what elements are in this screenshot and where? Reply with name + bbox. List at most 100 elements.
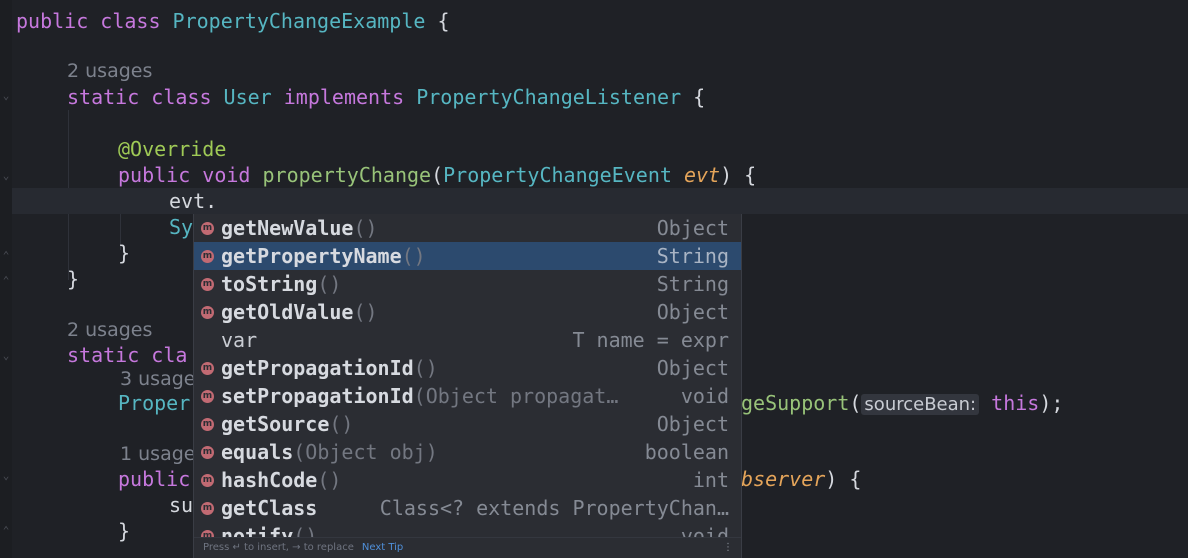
completion-item-type: String [656, 244, 729, 268]
completion-item-name: setPropagationId(Object propagat… [221, 384, 619, 408]
completion-item-name: getPropagationId() [221, 356, 438, 380]
code-line[interactable]: public void propertyChange(PropertyChang… [118, 162, 1188, 188]
code-text: } [118, 241, 131, 265]
fold-marker-icon[interactable]: ⌃ [0, 525, 12, 537]
current-line[interactable]: evt. [12, 188, 1188, 214]
completion-footer: Press ↵ to insert, → to replace Next Tip … [194, 537, 741, 558]
completion-item-type: Class<? extends PropertyChan… [379, 496, 729, 520]
completion-item[interactable]: m getOldValue() Object [194, 298, 741, 326]
usages-hint[interactable]: 1 usage [120, 441, 195, 467]
method-name: geSupport [741, 391, 850, 415]
parameter-hint: sourceBean: [861, 394, 980, 415]
completion-item[interactable]: m setPropagationId(Object propagat… void [194, 382, 741, 410]
completion-item[interactable]: m getSource() Object [194, 410, 741, 438]
punct: ( [431, 163, 444, 187]
code-text: Sy [169, 215, 194, 239]
method-icon: m [201, 222, 214, 235]
footer-hint: Press ↵ to insert, → to replace [203, 542, 354, 553]
more-options-icon[interactable]: ⋮ [723, 538, 733, 558]
method-icon: m [201, 250, 214, 263]
completion-item-args: () [413, 356, 438, 380]
method-icon: m [201, 390, 214, 403]
usages-hint[interactable]: 2 usages [67, 58, 152, 84]
editor-gutter: ⌄ ⌄ ⌃ ⌃ ⌄ ⌄ ⌃ [0, 0, 12, 558]
completion-item-name: getClass [221, 496, 318, 520]
keyword: public [118, 467, 191, 491]
next-tip-link[interactable]: Next Tip [362, 542, 403, 553]
code-line[interactable]: geSupport(sourceBean: this); [741, 390, 1188, 416]
completion-item[interactable]: m getNewValue() Object [194, 214, 741, 242]
completion-item-args: () [353, 300, 378, 324]
keyword: public class [16, 9, 173, 33]
completion-item-name: getPropertyName() [221, 244, 426, 268]
parameter: bserver [741, 467, 826, 491]
punct: ( [849, 391, 862, 415]
method-icon: m [201, 446, 214, 459]
method-icon: m [201, 474, 214, 487]
completion-item-name: equals(Object obj) [221, 440, 438, 464]
completion-item-name: var [221, 328, 258, 352]
completion-item-args: () [329, 412, 354, 436]
completion-item[interactable]: m equals(Object obj) boolean [194, 438, 741, 466]
fold-marker-icon[interactable]: ⌄ [0, 170, 12, 182]
completion-item[interactable]: m toString() String [194, 270, 741, 298]
keyword: implements [271, 85, 417, 109]
class-name: PropertyChangeExample [172, 9, 426, 33]
completion-item[interactable]: m getPropertyName() String [194, 242, 741, 270]
keyword: this [979, 391, 1040, 415]
completion-item-type: Object [656, 356, 729, 380]
method-icon: m [201, 306, 214, 319]
completion-item-type: Object [656, 300, 729, 324]
fold-marker-icon[interactable]: ⌄ [0, 470, 12, 482]
completion-item-type: T name = expr [572, 328, 729, 352]
completion-item-type: Object [656, 216, 729, 240]
code-line[interactable]: bserver) { [741, 466, 1188, 492]
usages-hint[interactable]: 3 usage [120, 366, 195, 392]
method-name: propertyChange [262, 163, 432, 187]
completion-item-name: hashCode() [221, 468, 342, 492]
method-icon: m [201, 362, 214, 375]
completion-item[interactable]: m getPropagationId() Object [194, 354, 741, 382]
interface-name: PropertyChangeListener [416, 85, 682, 109]
completion-item-args: () [317, 468, 342, 492]
punct: { [681, 85, 706, 109]
completion-item[interactable]: m getClass Class<? extends PropertyChan… [194, 494, 741, 522]
completion-item[interactable]: m hashCode() int [194, 466, 741, 494]
completion-item-name: getSource() [221, 412, 354, 436]
keyword: static cla [67, 343, 188, 367]
code-line[interactable]: static class User implements PropertyCha… [67, 84, 1188, 110]
type-name: PropertyChangeEvent [443, 163, 672, 187]
code-line[interactable]: @Override [118, 136, 1188, 162]
keyword: public void [118, 163, 263, 187]
completion-item-name: toString() [221, 272, 342, 296]
completion-item-type: void [680, 384, 729, 408]
completion-item[interactable]: var T name = expr [194, 326, 741, 354]
completion-popup[interactable]: m getNewValue() Object m getPropertyName() St… [193, 214, 742, 558]
fold-marker-icon[interactable]: ⌃ [0, 250, 12, 262]
method-icon: m [201, 502, 214, 515]
fold-marker-icon[interactable]: ⌄ [0, 90, 12, 102]
usages-hint[interactable]: 2 usages [67, 317, 152, 343]
punct: ) { [825, 467, 862, 491]
parameter: evt [683, 163, 721, 187]
completion-item-args: () [401, 244, 426, 268]
annotation: @Override [118, 137, 227, 161]
completion-item-type: int [692, 468, 729, 492]
completion-item-type: Object [656, 412, 729, 436]
fold-marker-icon[interactable]: ⌄ [0, 350, 12, 362]
code-text: evt. [169, 189, 218, 213]
code-text: } [118, 519, 131, 543]
code-text: su [169, 493, 194, 517]
punct: { [425, 9, 450, 33]
keyword: static class [67, 85, 224, 109]
completion-item-type: String [656, 272, 729, 296]
class-name: User [223, 85, 272, 109]
fold-marker-icon[interactable]: ⌃ [0, 275, 12, 287]
completion-item-args: () [317, 272, 342, 296]
completion-item-type: boolean [644, 440, 729, 464]
completion-item-name: getOldValue() [221, 300, 378, 324]
code-line[interactable]: public class PropertyChangeExample { [16, 8, 1188, 34]
type-name: Proper [118, 391, 191, 415]
completion-item-name: getNewValue() [221, 216, 378, 240]
